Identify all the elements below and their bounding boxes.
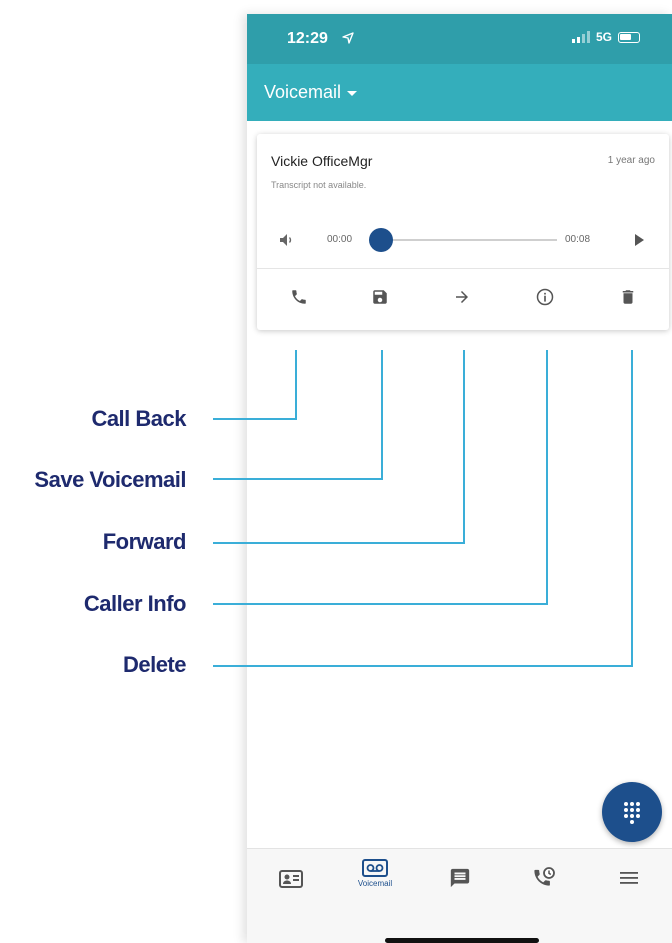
- callout-forward: Forward: [102, 529, 187, 554]
- callout-delete: Delete: [122, 652, 187, 677]
- callout-line-save-voicemail: [213, 350, 383, 480]
- callout-line-forward: [213, 350, 465, 544]
- callout-save-voicemail: Save Voicemail: [34, 467, 186, 492]
- callout-line-caller-info: [213, 350, 548, 605]
- callout-call-back: Call Back: [91, 406, 186, 431]
- callout-line-call-back: [213, 350, 297, 420]
- callout-caller-info: Caller Info: [83, 591, 187, 616]
- callout-line-delete: [213, 350, 633, 667]
